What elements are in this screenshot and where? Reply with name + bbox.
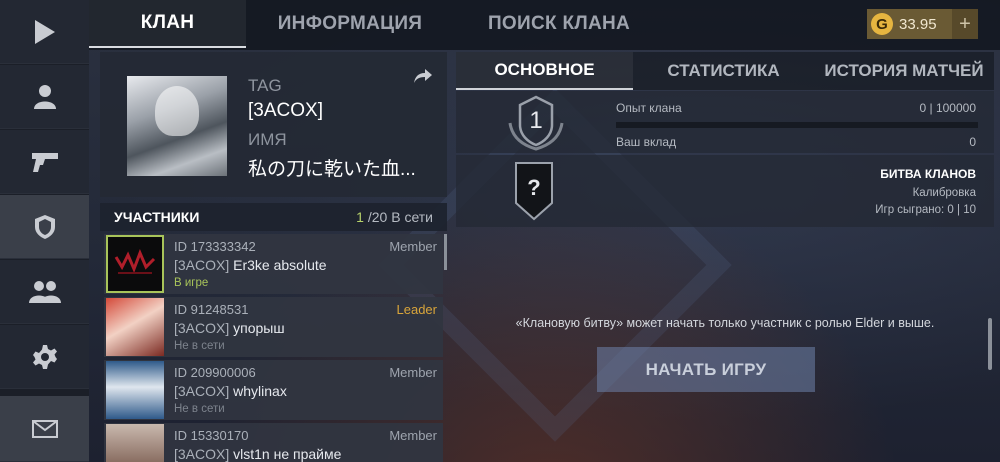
- members-header: УЧАСТНИКИ 1 /20 В сети: [100, 203, 447, 231]
- member-row[interactable]: ID 15330170 Member [3ACOX] vlst1n не пра…: [104, 423, 443, 462]
- clan-tag: [3ACOX]: [248, 100, 323, 121]
- member-id: ID 91248531: [174, 302, 249, 317]
- member-status: В игре: [174, 277, 209, 289]
- friends-icon: [28, 280, 61, 303]
- settings-button[interactable]: [0, 325, 89, 389]
- clan-name: 私の刀に乾いた血...: [248, 159, 416, 180]
- member-row[interactable]: ID 173333342 Member [3ACOX] Er3ke absolu…: [104, 234, 443, 294]
- mail-button[interactable]: [0, 396, 89, 462]
- clan-button[interactable]: [0, 195, 89, 259]
- top-tabs: КЛАН ИНФОРМАЦИЯ ПОИСК КЛАНА: [89, 0, 1000, 50]
- member-row[interactable]: ID 91248531 Leader [3ACOX] упорыш Не в с…: [104, 297, 443, 357]
- contribution-label: Ваш вклад: [616, 135, 677, 149]
- battle-games-played: Игр сыграно: 0 | 10: [875, 204, 976, 216]
- play-icon: [34, 19, 55, 44]
- gear-icon: [32, 344, 57, 369]
- member-name: whylinax: [233, 383, 287, 399]
- members-total: /20 В сети: [367, 209, 433, 225]
- clan-exp-value: 0 | 100000: [919, 101, 976, 115]
- member-name: vlst1n не прайме: [233, 446, 342, 462]
- clan-tag-label: TAG: [248, 76, 282, 95]
- member-id: ID 209900006: [174, 365, 256, 380]
- member-id: ID 173333342: [174, 239, 256, 254]
- friends-button[interactable]: [0, 260, 89, 324]
- play-button[interactable]: [0, 0, 89, 64]
- members-online-count: 1 /20 В сети: [356, 209, 433, 225]
- member-status: Не в сети: [174, 340, 225, 352]
- member-avatar: [106, 361, 164, 419]
- share-button[interactable]: [413, 68, 433, 89]
- member-name-line: [3ACOX] whylinax: [174, 383, 287, 399]
- tab-match-history[interactable]: ИСТОРИЯ МАТЧЕЙ: [814, 52, 994, 90]
- battle-status: Калибровка: [912, 187, 976, 199]
- side-navigation: [0, 0, 89, 462]
- members-title: УЧАСТНИКИ: [114, 209, 200, 225]
- tab-statistics[interactable]: СТАТИСТИКА: [633, 52, 814, 90]
- member-name-line: [3ACOX] упорыш: [174, 320, 285, 336]
- member-name-line: [3ACOX] Er3ke absolute: [174, 257, 327, 273]
- member-clan-tag: [3ACOX]: [174, 446, 230, 462]
- clan-emblem-icon: [34, 214, 55, 239]
- clan-avatar: [127, 76, 227, 176]
- member-avatar: [106, 298, 164, 356]
- tab-main[interactable]: ОСНОВНОЕ: [456, 52, 633, 90]
- currency-balance: G 33.95 +: [867, 9, 978, 39]
- start-game-button[interactable]: НАЧАТЬ ИГРУ: [597, 347, 815, 392]
- member-name: упорыш: [233, 320, 285, 336]
- member-clan-tag: [3ACOX]: [174, 383, 230, 399]
- clan-level: 1: [529, 107, 543, 134]
- share-icon: [414, 69, 432, 83]
- member-id: ID 15330170: [174, 428, 249, 443]
- profile-button[interactable]: [0, 65, 89, 129]
- member-status: Не в сети: [174, 403, 225, 415]
- member-name-line: [3ACOX] vlst1n не прайме: [174, 446, 341, 462]
- member-role: Member: [389, 428, 437, 443]
- calibration-badge-mark: ?: [527, 175, 541, 200]
- tab-clan-search[interactable]: ПОИСК КЛАНА: [454, 0, 664, 48]
- battle-notice: «Клановую битву» может начать только уча…: [515, 316, 935, 330]
- members-online: 1: [356, 209, 364, 225]
- clan-name-label: ИМЯ: [248, 130, 287, 149]
- member-role: Member: [389, 239, 437, 254]
- clan-card: TAG [3ACOX] ИМЯ 私の刀に乾いた血...: [100, 52, 447, 197]
- tab-clan[interactable]: КЛАН: [89, 0, 246, 48]
- member-avatar: [106, 235, 164, 293]
- mail-icon: [31, 419, 58, 438]
- member-name: Er3ke absolute: [233, 257, 327, 273]
- sub-tabs: ОСНОВНОЕ СТАТИСТИКА ИСТОРИЯ МАТЧЕЙ: [456, 52, 994, 90]
- pistol-icon: [31, 152, 58, 172]
- battle-title: БИТВА КЛАНОВ: [880, 167, 976, 181]
- arsenal-button[interactable]: [0, 130, 89, 194]
- profile-icon: [33, 84, 56, 109]
- clan-rank-panel: 1 Опыт клана 0 | 100000 Ваш вклад 0: [456, 91, 994, 153]
- member-row[interactable]: ID 209900006 Member [3ACOX] whylinax Не …: [104, 360, 443, 420]
- clan-exp-bar: [616, 122, 978, 128]
- contribution-value: 0: [969, 135, 976, 149]
- clan-battle-panel: ? БИТВА КЛАНОВ Калибровка Игр сыграно: 0…: [456, 155, 994, 227]
- member-role: Member: [389, 365, 437, 380]
- clan-exp-label: Опыт клана: [616, 101, 682, 115]
- member-role: Leader: [396, 302, 437, 317]
- member-clan-tag: [3ACOX]: [174, 257, 230, 273]
- member-clan-tag: [3ACOX]: [174, 320, 230, 336]
- tab-information[interactable]: ИНФОРМАЦИЯ: [246, 0, 454, 48]
- member-avatar: [106, 424, 164, 462]
- add-currency-button[interactable]: +: [952, 9, 978, 39]
- panel-scrollbar[interactable]: [988, 318, 992, 370]
- gold-coin-icon: G: [871, 13, 893, 35]
- members-scrollbar[interactable]: [444, 234, 447, 270]
- currency-value: 33.95: [899, 15, 937, 33]
